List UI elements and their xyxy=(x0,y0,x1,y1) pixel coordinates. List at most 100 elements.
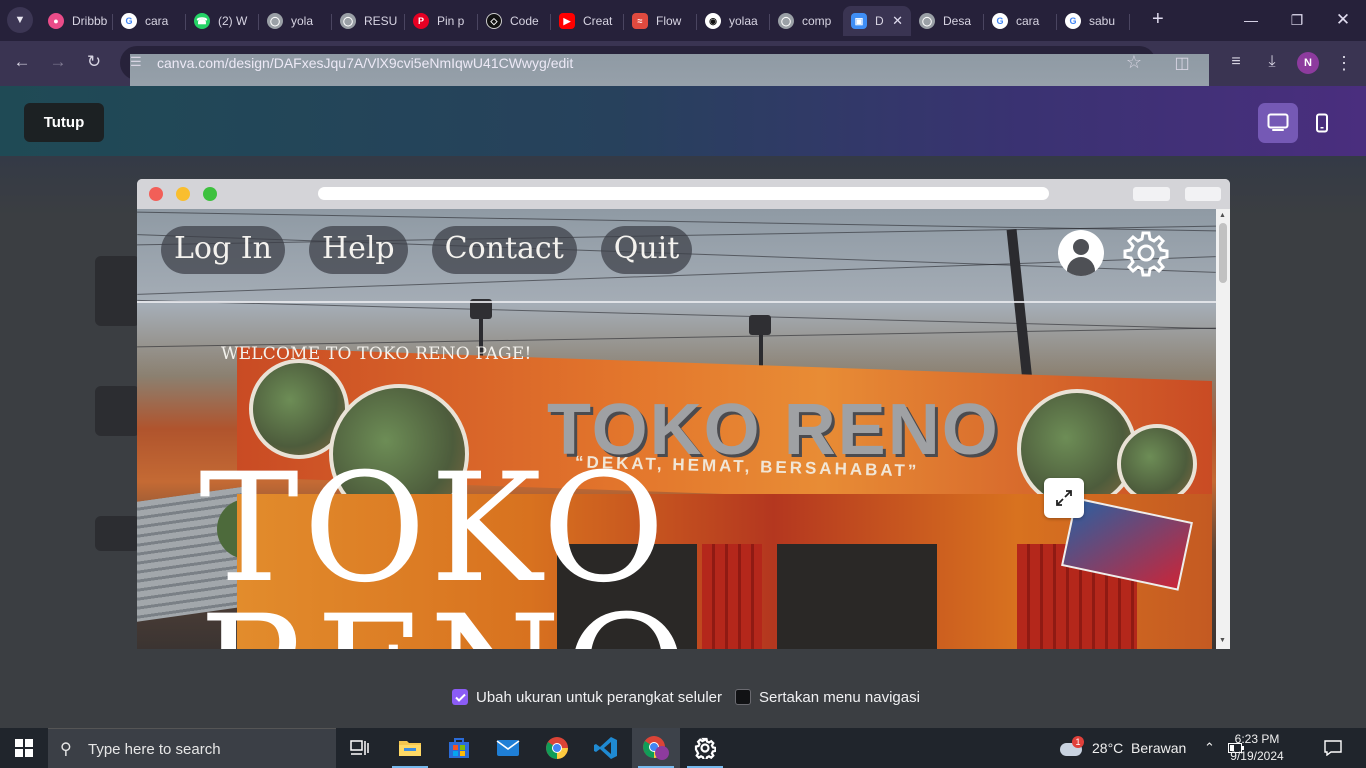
start-button[interactable] xyxy=(0,728,48,768)
nav-login-link[interactable]: Log In xyxy=(161,226,285,274)
site-scrollbar[interactable]: ▲ ▼ xyxy=(1216,209,1230,649)
menu-kebab-icon[interactable]: ⋮ xyxy=(1333,53,1355,74)
tab-flow[interactable]: ≈ Flow xyxy=(624,6,697,36)
shop-opening xyxy=(777,544,937,649)
tab-github[interactable]: ◉ yolaa xyxy=(697,6,770,36)
tab-strip: ▼ ● Dribbble G cara ☎ (2) W ◯ yola ◯ RES… xyxy=(0,0,1366,41)
google-icon: G xyxy=(1065,13,1081,29)
tab-title: Code xyxy=(510,14,539,28)
extensions-icon[interactable]: ◫ xyxy=(1171,53,1193,73)
globe-icon: ◯ xyxy=(340,13,356,29)
close-tab-icon[interactable]: ✕ xyxy=(892,13,903,29)
tab-title: yolaa xyxy=(729,14,758,28)
canva-icon: ▣ xyxy=(851,13,867,29)
codepen-icon: ◇ xyxy=(486,13,502,29)
chrome-profile-app[interactable] xyxy=(632,728,680,768)
clock-time: 6:23 PM xyxy=(1234,732,1280,746)
power-line xyxy=(137,299,1216,330)
hero-title-line2: RENO xyxy=(199,596,692,649)
tab-title: D xyxy=(875,14,884,28)
mock-browser-bar xyxy=(137,179,1230,209)
notification-center-button[interactable] xyxy=(1324,728,1342,768)
mock-bar-button xyxy=(1133,187,1170,201)
checkbox-unchecked[interactable] xyxy=(735,689,751,705)
task-view-button[interactable] xyxy=(336,728,384,768)
chrome-icon xyxy=(546,737,568,759)
tab-dribbble[interactable]: ● Dribbble xyxy=(40,6,113,36)
vscode-app[interactable] xyxy=(582,728,630,768)
desktop-view-button[interactable] xyxy=(1258,103,1298,143)
fullscreen-button[interactable] xyxy=(1044,478,1084,518)
bookmark-star-icon[interactable]: ☆ xyxy=(1126,52,1142,73)
dribbble-icon: ● xyxy=(48,13,64,29)
tab-yola[interactable]: ◯ yola xyxy=(259,6,332,36)
flow-icon: ≈ xyxy=(632,13,648,29)
tab-youtube[interactable]: ▶ Creat xyxy=(551,6,624,36)
tab-search-button[interactable]: ▼ xyxy=(7,7,33,33)
show-hidden-icons-button[interactable]: ⌃ xyxy=(1204,728,1215,768)
include-nav-option[interactable]: Sertakan menu navigasi xyxy=(735,687,920,707)
desktop-icon xyxy=(1267,113,1289,131)
site-preview-frame: TOKO RENO “DEKAT, HEMAT, BERSAHABAT” Log… xyxy=(137,179,1230,649)
resize-mobile-label: Ubah ukuran untuk perangkat seluler xyxy=(476,688,722,706)
scrollbar-thumb[interactable] xyxy=(1219,223,1227,283)
street-lamp xyxy=(749,315,771,335)
new-tab-button[interactable]: + xyxy=(1152,8,1164,30)
mock-minimize-dot xyxy=(176,187,190,201)
profile-avatar[interactable]: N xyxy=(1297,52,1319,74)
mock-bar-button xyxy=(1185,187,1221,201)
scroll-down-arrow-icon[interactable]: ▼ xyxy=(1219,637,1226,644)
checkbox-checked[interactable] xyxy=(452,689,468,705)
tab-canva-active[interactable]: ▣ D ✕ xyxy=(843,6,911,36)
tab-codepen[interactable]: ◇ Code xyxy=(478,6,551,36)
mobile-view-button[interactable] xyxy=(1302,103,1342,143)
hero-title-line1: TOKO xyxy=(199,442,670,616)
welcome-text: WELCOME TO TOKO RENO PAGE! xyxy=(221,344,532,364)
reload-button[interactable]: ↻ xyxy=(83,52,105,72)
system-clock[interactable]: 6:23 PM 9/19/2024 xyxy=(1222,731,1292,765)
weather-text: 28°C Berawan xyxy=(1092,740,1187,756)
back-button[interactable]: ← xyxy=(11,52,33,72)
media-control-icon[interactable]: ≡ xyxy=(1225,53,1247,71)
settings-gear-icon[interactable] xyxy=(1122,229,1170,277)
background-ghost-shape xyxy=(95,256,140,326)
tab-pinterest[interactable]: P Pin p xyxy=(405,6,478,36)
chrome-app[interactable] xyxy=(533,728,581,768)
tab-resu[interactable]: ◯ RESU xyxy=(332,6,405,36)
close-preview-button[interactable]: Tutup xyxy=(24,103,104,142)
user-account-icon[interactable] xyxy=(1058,230,1104,276)
shop-shutter xyxy=(702,544,762,649)
nav-quit-link[interactable]: Quit xyxy=(600,226,693,274)
google-icon: G xyxy=(121,13,137,29)
resize-mobile-option[interactable]: Ubah ukuran untuk perangkat seluler xyxy=(452,687,722,707)
forward-button[interactable]: → xyxy=(47,52,69,72)
globe-icon: ◯ xyxy=(267,13,283,29)
nav-help-link[interactable]: Help xyxy=(308,226,408,274)
site-nav: Log In Help Contact Quit xyxy=(161,226,716,274)
tab-google-sabu[interactable]: G sabu xyxy=(1057,6,1130,36)
address-bar[interactable]: ☰ canva.com/design/DAFxesJqu7A/VlX9cvi5e… xyxy=(120,46,1209,494)
microsoft-store-app[interactable] xyxy=(435,728,483,768)
restore-button[interactable]: ❐ xyxy=(1274,0,1320,41)
tab-google-cara-2[interactable]: G cara xyxy=(984,6,1057,36)
scroll-up-arrow-icon[interactable]: ▲ xyxy=(1219,212,1226,219)
preview-header-backdrop xyxy=(0,86,1366,156)
weather-widget[interactable]: 1 28°C Berawan xyxy=(1060,728,1186,768)
nav-contact-link[interactable]: Contact xyxy=(431,226,577,274)
tab-whatsapp[interactable]: ☎ (2) W xyxy=(186,6,259,36)
tab-comp[interactable]: ◯ comp xyxy=(770,6,843,36)
minimize-button[interactable]: — xyxy=(1228,0,1274,41)
tab-title: comp xyxy=(802,14,832,28)
settings-app[interactable] xyxy=(681,728,729,768)
downloads-icon[interactable]: ⤓ xyxy=(1261,53,1283,71)
tab-desa[interactable]: ◯ Desa xyxy=(911,6,984,36)
task-view-icon xyxy=(350,740,369,755)
windows-taskbar: ⚲ Type here to search 1 28°C Berawan ⌃ 6… xyxy=(0,728,1366,768)
tab-google-cara[interactable]: G cara xyxy=(113,6,186,36)
file-explorer-app[interactable] xyxy=(386,728,434,768)
taskbar-search-box[interactable]: ⚲ Type here to search xyxy=(48,728,336,768)
mobile-icon xyxy=(1316,113,1328,133)
close-window-button[interactable]: ✕ xyxy=(1320,0,1366,41)
chrome-profile-icon xyxy=(643,736,669,760)
mail-app[interactable] xyxy=(484,728,532,768)
